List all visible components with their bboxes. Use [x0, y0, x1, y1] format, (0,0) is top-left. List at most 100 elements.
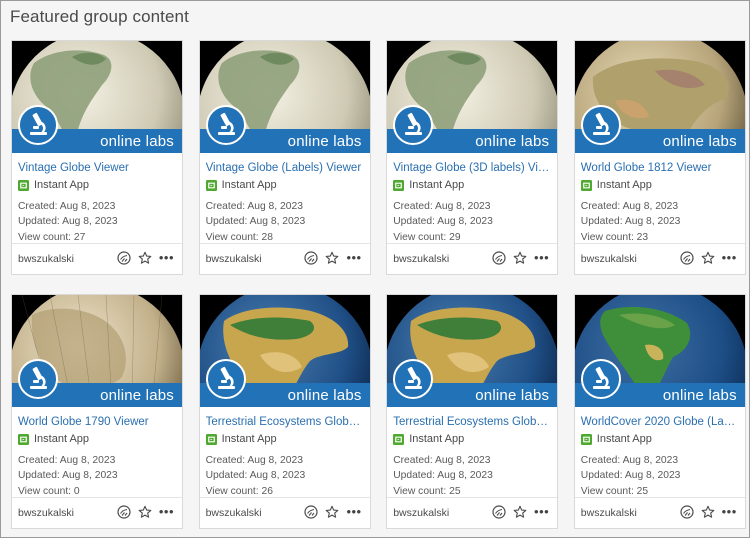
item-thumbnail[interactable]: online labs: [574, 41, 745, 153]
banner-text: online labs: [287, 133, 362, 150]
item-thumbnail[interactable]: online labs: [387, 41, 558, 153]
item-title-link[interactable]: World Globe 1790 Viewer: [18, 416, 176, 428]
favorite-star-icon[interactable]: [513, 251, 527, 265]
item-card[interactable]: online labs Vintage Globe (3D labels) Vi…: [386, 40, 559, 275]
card-footer: bwszukalski •••: [387, 243, 558, 274]
owner-name[interactable]: bwszukalski: [206, 253, 262, 265]
item-type: Instant App: [393, 179, 551, 191]
card-footer: bwszukalski •••: [574, 243, 745, 274]
created-date: Created: Aug 8, 2023: [580, 201, 679, 212]
updated-date: Updated: Aug 8, 2023: [580, 216, 681, 228]
item-title-link[interactable]: Vintage Globe (Labels) Viewer: [206, 162, 364, 174]
more-options-icon[interactable]: •••: [346, 251, 361, 265]
banner-text: online labs: [662, 133, 737, 150]
updated-date: Updated: Aug 8, 2023: [580, 470, 681, 482]
owner-name[interactable]: bwszukalski: [393, 253, 449, 265]
sharing-status-icon[interactable]: [304, 505, 319, 519]
created-date: Created: Aug 8, 2023: [393, 201, 491, 212]
more-options-icon[interactable]: •••: [534, 505, 549, 519]
item-card[interactable]: online labs Terrestrial Ecosystems Globe…: [198, 294, 371, 529]
favorite-star-icon[interactable]: [138, 505, 152, 519]
item-thumbnail[interactable]: online labs: [12, 41, 182, 153]
item-type: Instant App: [205, 433, 364, 445]
sharing-status-icon[interactable]: [680, 505, 694, 519]
item-card[interactable]: online labs World Globe 1790 Viewer Inst…: [11, 294, 183, 529]
item-title-link[interactable]: Terrestrial Ecosystems Globe ...: [393, 416, 551, 428]
owner-name[interactable]: bwszukalski: [18, 253, 74, 265]
more-options-icon[interactable]: •••: [346, 505, 361, 519]
item-type: Instant App: [18, 433, 176, 445]
item-type: Instant App: [205, 179, 364, 191]
updated-date: Updated: Aug 8, 2023: [393, 470, 493, 482]
item-card[interactable]: online labs WorldCover 2020 Globe (Lab..…: [573, 294, 746, 529]
item-thumbnail[interactable]: online labs: [387, 295, 558, 407]
item-thumbnail[interactable]: online labs: [199, 295, 370, 407]
banner-text: online labs: [475, 133, 550, 150]
updated-date: Updated: Aug 8, 2023: [205, 470, 306, 482]
favorite-star-icon[interactable]: [513, 505, 527, 519]
favorite-star-icon[interactable]: [325, 505, 339, 519]
instant-app-icon: [205, 433, 217, 445]
card-footer: bwszukalski •••: [199, 497, 370, 528]
microscope-icon: [393, 105, 434, 145]
banner-text: online labs: [100, 387, 174, 404]
item-type-label: Instant App: [221, 179, 277, 191]
item-type-label: Instant App: [221, 433, 277, 445]
instant-app-icon: [205, 179, 217, 191]
item-type-label: Instant App: [34, 433, 90, 445]
more-options-icon[interactable]: •••: [159, 505, 174, 519]
item-title-link[interactable]: WorldCover 2020 Globe (Lab...: [581, 416, 739, 428]
item-type: Instant App: [393, 433, 551, 445]
sharing-status-icon[interactable]: [492, 505, 506, 519]
favorite-star-icon[interactable]: [701, 251, 715, 265]
item-type-label: Instant App: [409, 179, 465, 191]
favorite-star-icon[interactable]: [325, 251, 339, 265]
microscope-icon: [205, 105, 246, 145]
owner-name[interactable]: bwszukalski: [18, 507, 74, 519]
sharing-status-icon[interactable]: [117, 505, 131, 519]
item-card[interactable]: online labs Vintage Globe (Labels) Viewe…: [198, 40, 371, 275]
microscope-icon: [18, 105, 58, 145]
created-date: Created: Aug 8, 2023: [205, 455, 303, 466]
sharing-status-icon[interactable]: [680, 251, 694, 265]
instant-app-icon: [18, 179, 29, 191]
card-footer: bwszukalski •••: [574, 497, 745, 528]
item-title-link[interactable]: Terrestrial Ecosystems Globe ...: [206, 416, 364, 428]
more-options-icon[interactable]: •••: [534, 251, 549, 265]
card-footer: bwszukalski •••: [12, 243, 182, 274]
item-card[interactable]: online labs Terrestrial Ecosystems Globe…: [386, 294, 559, 529]
section-title: Featured group content: [10, 7, 189, 26]
item-card[interactable]: online labs World Globe 1812 Viewer Inst…: [573, 40, 746, 275]
instant-app-icon: [580, 179, 592, 191]
microscope-icon: [393, 359, 434, 399]
item-title-link[interactable]: Vintage Globe Viewer: [18, 162, 176, 174]
owner-name[interactable]: bwszukalski: [581, 253, 637, 265]
banner-text: online labs: [100, 133, 174, 150]
created-date: Created: Aug 8, 2023: [18, 455, 116, 466]
favorite-star-icon[interactable]: [701, 505, 715, 519]
item-type-label: Instant App: [409, 433, 465, 445]
sharing-status-icon[interactable]: [492, 251, 506, 265]
featured-content-panel: Featured group content online labs Vinta…: [0, 0, 750, 538]
more-options-icon[interactable]: •••: [722, 505, 737, 519]
sharing-status-icon[interactable]: [304, 251, 319, 265]
created-date: Created: Aug 8, 2023: [18, 201, 116, 212]
item-card[interactable]: online labs Vintage Globe Viewer Instant…: [11, 40, 183, 275]
instant-app-icon: [580, 433, 592, 445]
favorite-star-icon[interactable]: [138, 251, 152, 265]
item-title-link[interactable]: Vintage Globe (3D labels) Vie...: [393, 162, 551, 174]
owner-name[interactable]: bwszukalski: [581, 507, 637, 519]
item-thumbnail[interactable]: online labs: [12, 295, 182, 407]
item-thumbnail[interactable]: online labs: [199, 41, 370, 153]
microscope-icon: [580, 105, 621, 145]
item-type: Instant App: [580, 179, 739, 191]
instant-app-icon: [18, 433, 29, 445]
item-title-link[interactable]: World Globe 1812 Viewer: [581, 162, 739, 174]
owner-name[interactable]: bwszukalski: [206, 507, 262, 519]
banner-text: online labs: [475, 387, 550, 404]
more-options-icon[interactable]: •••: [722, 251, 737, 265]
owner-name[interactable]: bwszukalski: [393, 507, 449, 519]
item-thumbnail[interactable]: online labs: [574, 295, 745, 407]
more-options-icon[interactable]: •••: [159, 251, 174, 265]
sharing-status-icon[interactable]: [117, 251, 131, 265]
